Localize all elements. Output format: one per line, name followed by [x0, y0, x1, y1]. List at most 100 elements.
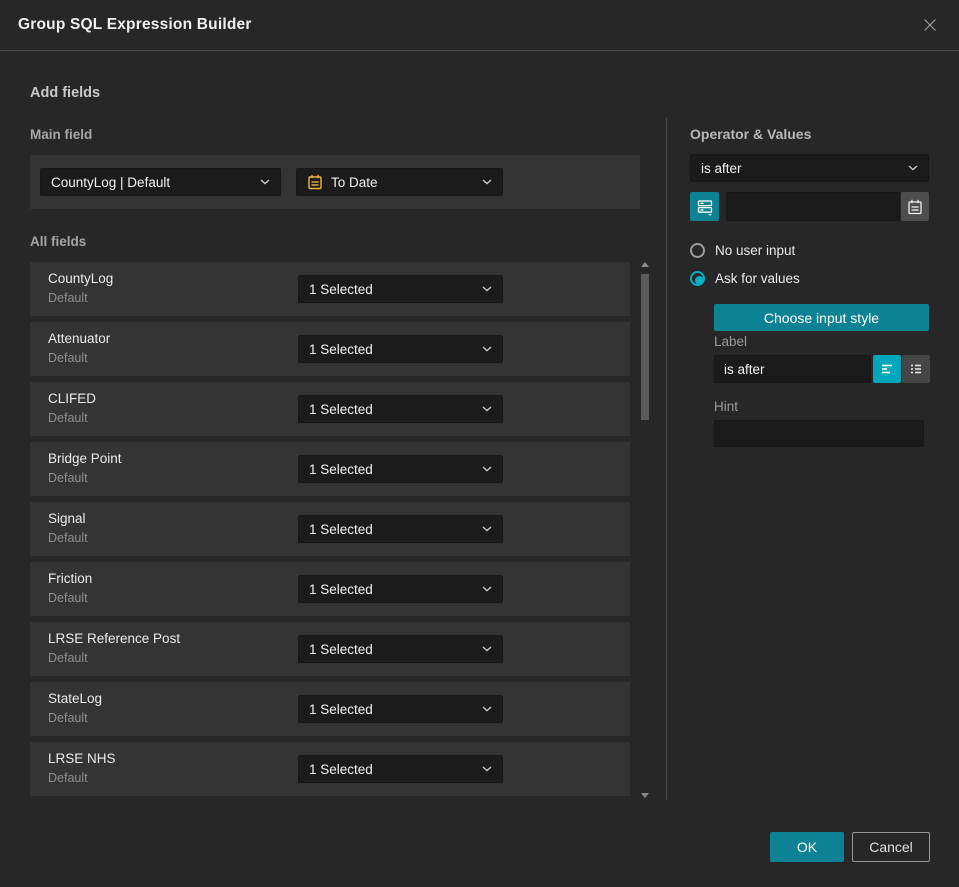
field-values-select[interactable]: 1 Selected	[298, 755, 503, 783]
date-field-select-value: To Date	[331, 174, 378, 190]
field-values-select[interactable]: 1 Selected	[298, 515, 503, 543]
field-name: LRSE NHS	[48, 751, 116, 766]
date-picker-button[interactable]	[901, 192, 929, 221]
ok-button[interactable]: OK	[770, 832, 844, 862]
label-input[interactable]	[714, 355, 871, 383]
section-divider	[666, 118, 667, 800]
field-values-select[interactable]: 1 Selected	[298, 395, 503, 423]
radio-option[interactable]: Ask for values	[690, 271, 929, 286]
radio-label: No user input	[715, 243, 796, 258]
calendar-icon	[907, 199, 923, 215]
chevron-down-icon	[908, 165, 918, 171]
operator-select[interactable]: is after	[690, 154, 929, 182]
hint-input[interactable]	[714, 420, 924, 447]
label-field-label: Label	[714, 334, 748, 349]
field-name: CLIFED	[48, 391, 97, 406]
field-values-select-value: 1 Selected	[309, 281, 373, 297]
field-subtitle: Default	[48, 411, 88, 425]
field-values-select[interactable]: 1 Selected	[298, 335, 503, 363]
field-values-select[interactable]: 1 Selected	[298, 695, 503, 723]
field-values-select-value: 1 Selected	[309, 641, 373, 657]
field-subtitle: Default	[48, 531, 88, 545]
field-subtitle: Default	[48, 711, 88, 725]
radio-circle[interactable]	[690, 271, 705, 286]
radio-option[interactable]: No user input	[690, 243, 929, 258]
chevron-down-icon	[482, 706, 492, 712]
field-row: CountyLog Default 1 Selected	[30, 262, 630, 316]
calendar-icon	[307, 174, 323, 190]
chevron-down-icon	[482, 406, 492, 412]
field-values-select[interactable]: 1 Selected	[298, 635, 503, 663]
field-subtitle: Default	[48, 591, 88, 605]
stacked-values-icon	[696, 198, 714, 216]
dialog-header: Group SQL Expression Builder	[0, 0, 959, 51]
radio-circle[interactable]	[690, 243, 705, 258]
field-row: Signal Default 1 Selected	[30, 502, 630, 556]
field-values-select[interactable]: 1 Selected	[298, 455, 503, 483]
close-icon[interactable]	[919, 14, 941, 36]
field-subtitle: Default	[48, 471, 88, 485]
main-field-select[interactable]: CountyLog | Default	[40, 168, 281, 196]
align-left-icon	[879, 361, 895, 377]
chevron-down-icon	[482, 286, 492, 292]
chevron-down-icon	[482, 766, 492, 772]
user-input-radio-group: No user input Ask for values	[690, 243, 929, 299]
field-name: Signal	[48, 511, 86, 526]
field-name: Bridge Point	[48, 451, 122, 466]
field-name: StateLog	[48, 691, 103, 706]
chevron-down-icon	[482, 346, 492, 352]
field-row: Friction Default 1 Selected	[30, 562, 630, 616]
group-sql-expression-builder-dialog: Group SQL Expression Builder Add fields …	[0, 0, 959, 887]
hint-field-label: Hint	[714, 399, 739, 414]
field-row: Attenuator Default 1 Selected	[30, 322, 630, 376]
field-name: LRSE Reference Post	[48, 631, 181, 646]
field-values-select-value: 1 Selected	[309, 581, 373, 597]
main-field-label: Main field	[30, 127, 93, 142]
dialog-title: Group SQL Expression Builder	[18, 16, 252, 33]
field-row: StateLog Default 1 Selected	[30, 682, 630, 736]
list-input-style-button[interactable]	[902, 355, 930, 383]
field-values-select-value: 1 Selected	[309, 341, 373, 357]
field-values-select-value: 1 Selected	[309, 701, 373, 717]
scroll-up-icon[interactable]	[641, 262, 649, 267]
chevron-down-icon	[482, 646, 492, 652]
unique-values-button[interactable]	[690, 192, 719, 221]
field-row: LRSE Reference Post Default 1 Selected	[30, 622, 630, 676]
add-fields-heading: Add fields	[30, 85, 101, 101]
field-values-select-value: 1 Selected	[309, 401, 373, 417]
all-fields-label: All fields	[30, 234, 87, 249]
main-field-panel: CountyLog | Default To Date	[30, 155, 640, 209]
field-subtitle: Default	[48, 351, 88, 365]
operator-select-value: is after	[701, 160, 742, 176]
radio-label: Ask for values	[715, 271, 800, 286]
date-field-select[interactable]: To Date	[296, 168, 503, 196]
scrollbar-thumb[interactable]	[641, 274, 649, 420]
text-input-style-button[interactable]	[873, 355, 901, 383]
field-values-select[interactable]: 1 Selected	[298, 275, 503, 303]
all-fields-list: CountyLog Default 1 Selected Attenuator …	[30, 262, 630, 802]
field-subtitle: Default	[48, 771, 88, 785]
value-input[interactable]	[726, 192, 900, 221]
list-icon	[908, 361, 924, 377]
chevron-down-icon	[482, 526, 492, 532]
field-subtitle: Default	[48, 651, 88, 665]
field-subtitle: Default	[48, 291, 88, 305]
field-name: CountyLog	[48, 271, 114, 286]
main-field-select-value: CountyLog | Default	[51, 174, 171, 190]
operator-values-heading: Operator & Values	[690, 126, 812, 142]
chevron-down-icon	[482, 586, 492, 592]
field-values-select-value: 1 Selected	[309, 461, 373, 477]
field-row: LRSE NHS Default 1 Selected	[30, 742, 630, 796]
cancel-button[interactable]: Cancel	[852, 832, 930, 862]
chevron-down-icon	[482, 179, 492, 185]
field-row: Bridge Point Default 1 Selected	[30, 442, 630, 496]
field-values-select-value: 1 Selected	[309, 521, 373, 537]
field-name: Attenuator	[48, 331, 111, 346]
list-scrollbar[interactable]	[637, 258, 653, 802]
chevron-down-icon	[260, 179, 270, 185]
choose-input-style-button[interactable]: Choose input style	[714, 304, 929, 331]
field-values-select-value: 1 Selected	[309, 761, 373, 777]
scroll-down-icon[interactable]	[641, 793, 649, 798]
field-row: CLIFED Default 1 Selected	[30, 382, 630, 436]
field-values-select[interactable]: 1 Selected	[298, 575, 503, 603]
